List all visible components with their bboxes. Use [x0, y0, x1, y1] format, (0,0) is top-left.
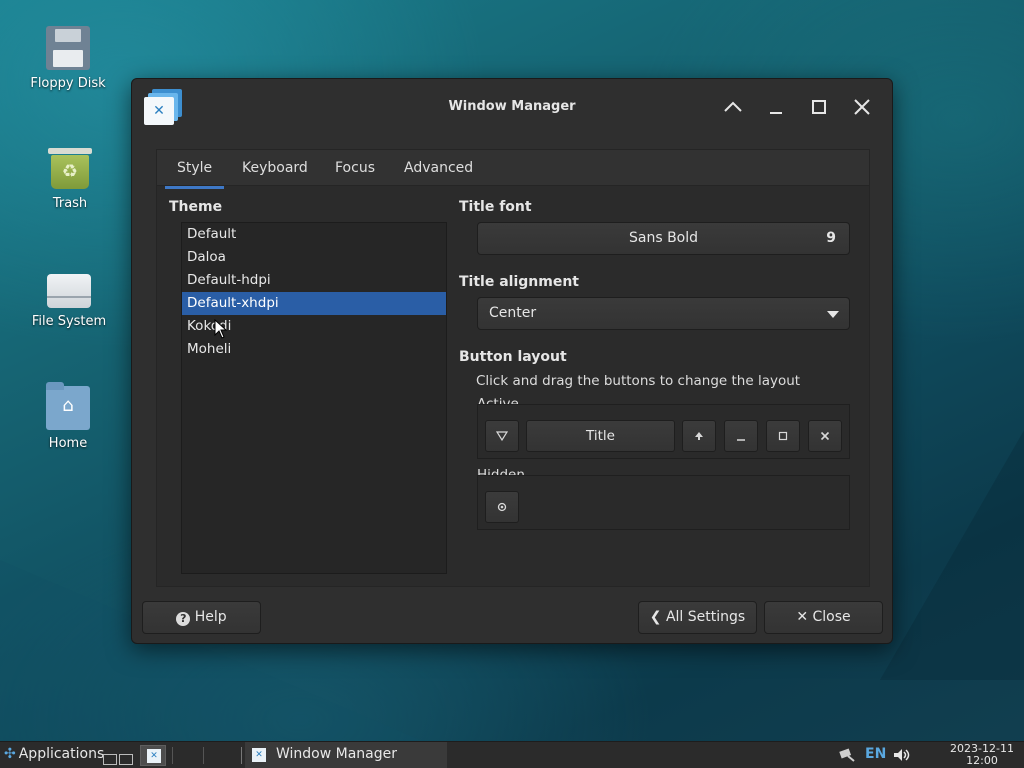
chevron-left-icon: ❮	[649, 609, 662, 625]
home-folder-icon: ⌂	[46, 382, 90, 430]
keyboard-layout-indicator[interactable]: EN	[865, 746, 886, 762]
clock[interactable]: 2023-12-11 12:00	[946, 743, 1018, 767]
network-icon[interactable]	[838, 747, 856, 763]
window-manager-small-icon: ✕	[147, 749, 161, 763]
desktop-icon-label: Floppy Disk	[30, 76, 106, 91]
workspace-2[interactable]	[119, 754, 133, 765]
volume-icon[interactable]	[892, 747, 912, 763]
font-name: Sans Bold	[628, 230, 699, 246]
all-settings-label: All Settings	[665, 609, 746, 625]
title-font-heading: Title font	[459, 199, 532, 215]
workspace-1[interactable]	[103, 754, 117, 765]
theme-heading: Theme	[169, 199, 223, 215]
help-icon: ?	[176, 612, 191, 626]
desktop-icon-label: File System	[31, 314, 107, 329]
arrow-up-icon	[695, 432, 703, 440]
close-label: Close	[812, 609, 851, 625]
help-button[interactable]: ? Help	[142, 601, 261, 634]
desktop-icon-floppy-disk[interactable]: Floppy Disk	[18, 26, 118, 91]
theme-list[interactable]: Default Daloa Default-hdpi Default-xhdpi…	[181, 222, 447, 574]
desktop-icon-label: Home	[48, 436, 88, 451]
button-layout-hint: Click and drag the buttons to change the…	[476, 373, 801, 389]
theme-item[interactable]: Moheli	[182, 338, 446, 361]
title-button-slot[interactable]: Title	[526, 420, 675, 452]
title-alignment-select[interactable]: Center	[477, 297, 850, 330]
taskbar-window-button[interactable]: ✕ Window Manager	[245, 742, 447, 768]
separator	[172, 747, 173, 764]
menu-button-slot[interactable]	[485, 420, 519, 452]
maximize-button[interactable]	[807, 95, 831, 119]
trash-icon: ♻	[48, 146, 92, 190]
shade-button[interactable]	[721, 95, 745, 119]
clock-time: 12:00	[966, 754, 998, 767]
close-window-button[interactable]	[850, 95, 874, 119]
title-alignment-value: Center	[489, 305, 537, 321]
tab-focus[interactable]: Focus	[335, 160, 375, 176]
shade-button-slot[interactable]	[682, 420, 716, 452]
separator	[241, 747, 242, 764]
maximize-icon	[778, 431, 788, 441]
stick-icon	[497, 502, 507, 512]
help-label: Help	[194, 609, 227, 625]
hard-drive-icon	[47, 274, 91, 308]
active-buttons-area: Title	[477, 404, 850, 459]
minimize-icon	[770, 112, 782, 114]
close-icon	[854, 99, 870, 115]
separator	[203, 747, 204, 764]
window-manager-dialog: ✕ Window Manager Style Keyboard Focus Ad…	[131, 78, 893, 644]
desktop-icon-trash[interactable]: ♻ Trash	[20, 146, 120, 211]
hidden-buttons-area	[477, 475, 850, 530]
mouse-cursor-icon	[214, 319, 228, 339]
minimize-icon	[737, 439, 745, 441]
chevron-up-icon	[724, 101, 742, 112]
close-icon	[820, 431, 830, 441]
applications-label: Applications	[18, 746, 105, 762]
button-layout-heading: Button layout	[459, 349, 567, 365]
menu-triangle-icon	[495, 431, 509, 442]
theme-item[interactable]: Default-hdpi	[182, 269, 446, 292]
floppy-disk-icon	[46, 26, 90, 70]
title-font-button[interactable]: Sans Bold 9	[477, 222, 850, 255]
applications-menu-button[interactable]: ✣ Applications	[4, 746, 104, 762]
taskbar-window-label: Window Manager	[276, 746, 398, 762]
show-desktop-button[interactable]: ✕	[140, 745, 166, 766]
all-settings-button[interactable]: ❮ All Settings	[638, 601, 757, 634]
title-alignment-heading: Title alignment	[459, 274, 579, 290]
close-icon: ✕	[796, 609, 809, 625]
dropdown-arrow-icon	[827, 311, 839, 318]
desktop-icon-label: Trash	[52, 196, 88, 211]
tab-bar: Style Keyboard Focus Advanced	[157, 150, 869, 189]
font-size: 9	[826, 230, 836, 246]
maximize-icon	[812, 100, 826, 114]
window-manager-small-icon: ✕	[252, 748, 266, 762]
tab-style[interactable]: Style	[164, 160, 225, 189]
theme-item-selected[interactable]: Default-xhdpi	[182, 292, 446, 315]
settings-notebook: Style Keyboard Focus Advanced Theme Defa…	[156, 149, 870, 587]
desktop-icon-home[interactable]: ⌂ Home	[18, 382, 118, 451]
taskbar: ✣ Applications ✕ ✕ Window Manager EN 2023…	[0, 741, 1024, 768]
xfce-logo-icon: ✣	[4, 746, 16, 762]
theme-item[interactable]: Daloa	[182, 246, 446, 269]
stick-button-slot[interactable]	[485, 491, 519, 523]
minimize-button-slot[interactable]	[724, 420, 758, 452]
close-button-slot[interactable]	[808, 420, 842, 452]
tab-advanced[interactable]: Advanced	[404, 160, 473, 176]
wallpaper-shard	[880, 420, 1024, 680]
close-button[interactable]: ✕ Close	[764, 601, 883, 634]
minimize-button[interactable]	[764, 95, 788, 119]
desktop-icon-file-system[interactable]: File System	[19, 266, 119, 329]
maximize-button-slot[interactable]	[766, 420, 800, 452]
tab-keyboard[interactable]: Keyboard	[242, 160, 308, 176]
theme-item[interactable]: Default	[182, 223, 446, 246]
